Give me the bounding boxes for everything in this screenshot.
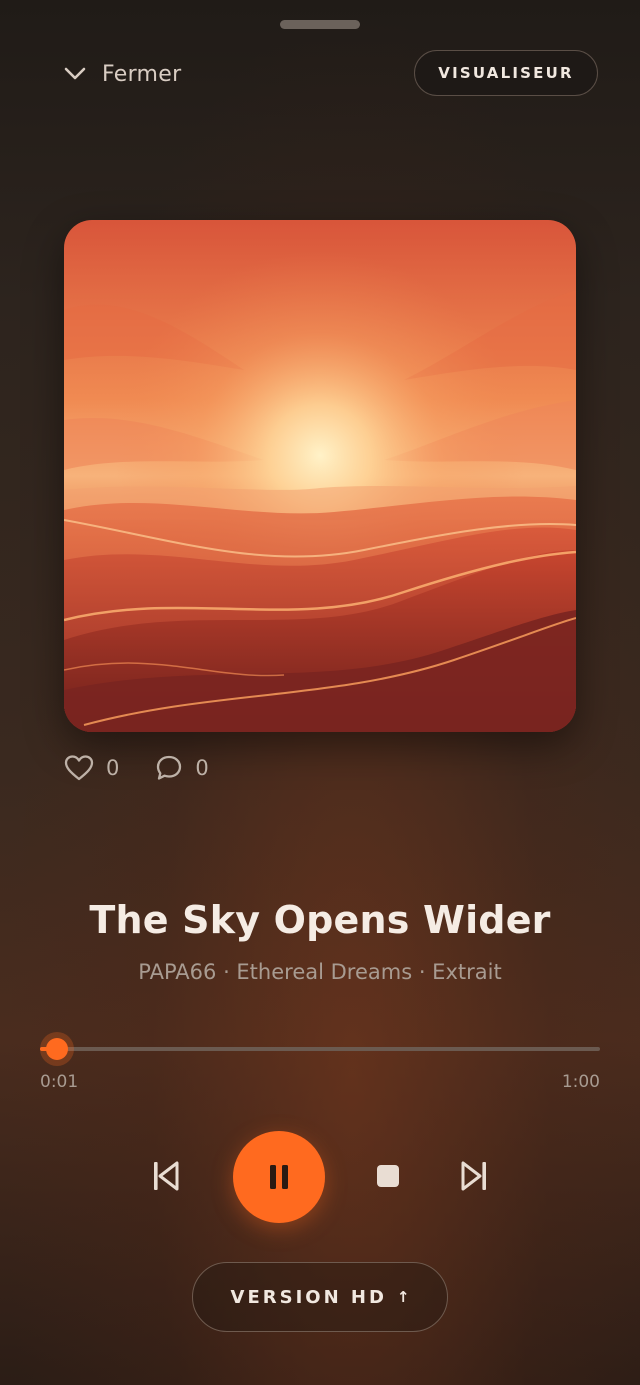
track-subtitle: PAPA66 · Ethereal Dreams · Extrait bbox=[138, 960, 502, 984]
visualiser-button[interactable]: VISUALISEUR bbox=[414, 50, 598, 96]
progress-bar[interactable] bbox=[40, 1038, 600, 1060]
chevron-down-icon bbox=[62, 61, 88, 87]
like-button[interactable]: 0 bbox=[64, 754, 119, 782]
stop-button[interactable] bbox=[368, 1156, 408, 1196]
hd-version-label: VERSION HD bbox=[230, 1286, 387, 1308]
reactions-bar: 0 0 bbox=[64, 752, 245, 784]
arrow-up-icon: ↑ bbox=[396, 1288, 410, 1306]
now-playing-screen: Fermer VISUALISEUR 0 0 The Sky Opens Wid… bbox=[0, 0, 640, 1385]
elapsed-time: 0:01 bbox=[40, 1072, 79, 1092]
skip-next-icon bbox=[459, 1159, 489, 1193]
close-label: Fermer bbox=[102, 61, 182, 87]
close-button[interactable]: Fermer bbox=[62, 54, 181, 94]
hd-version-button[interactable]: VERSION HD ↑ bbox=[192, 1262, 448, 1332]
total-duration: 1:00 bbox=[561, 1072, 600, 1092]
sheet-grabber-handle[interactable] bbox=[280, 20, 360, 29]
stop-icon bbox=[376, 1164, 400, 1188]
skip-previous-icon bbox=[151, 1159, 181, 1193]
track-title: The Sky Opens Wider bbox=[89, 898, 551, 942]
like-count: 0 bbox=[106, 756, 120, 780]
album-artwork bbox=[64, 220, 576, 732]
comment-button[interactable]: 0 bbox=[155, 754, 209, 782]
comment-count: 0 bbox=[195, 756, 209, 780]
pause-icon bbox=[267, 1164, 291, 1190]
previous-track-button[interactable] bbox=[146, 1154, 186, 1198]
next-track-button[interactable] bbox=[454, 1154, 494, 1198]
play-pause-button[interactable] bbox=[233, 1131, 325, 1223]
comment-icon bbox=[155, 754, 183, 782]
progress-thumb[interactable] bbox=[46, 1038, 68, 1060]
heart-icon bbox=[64, 754, 94, 782]
